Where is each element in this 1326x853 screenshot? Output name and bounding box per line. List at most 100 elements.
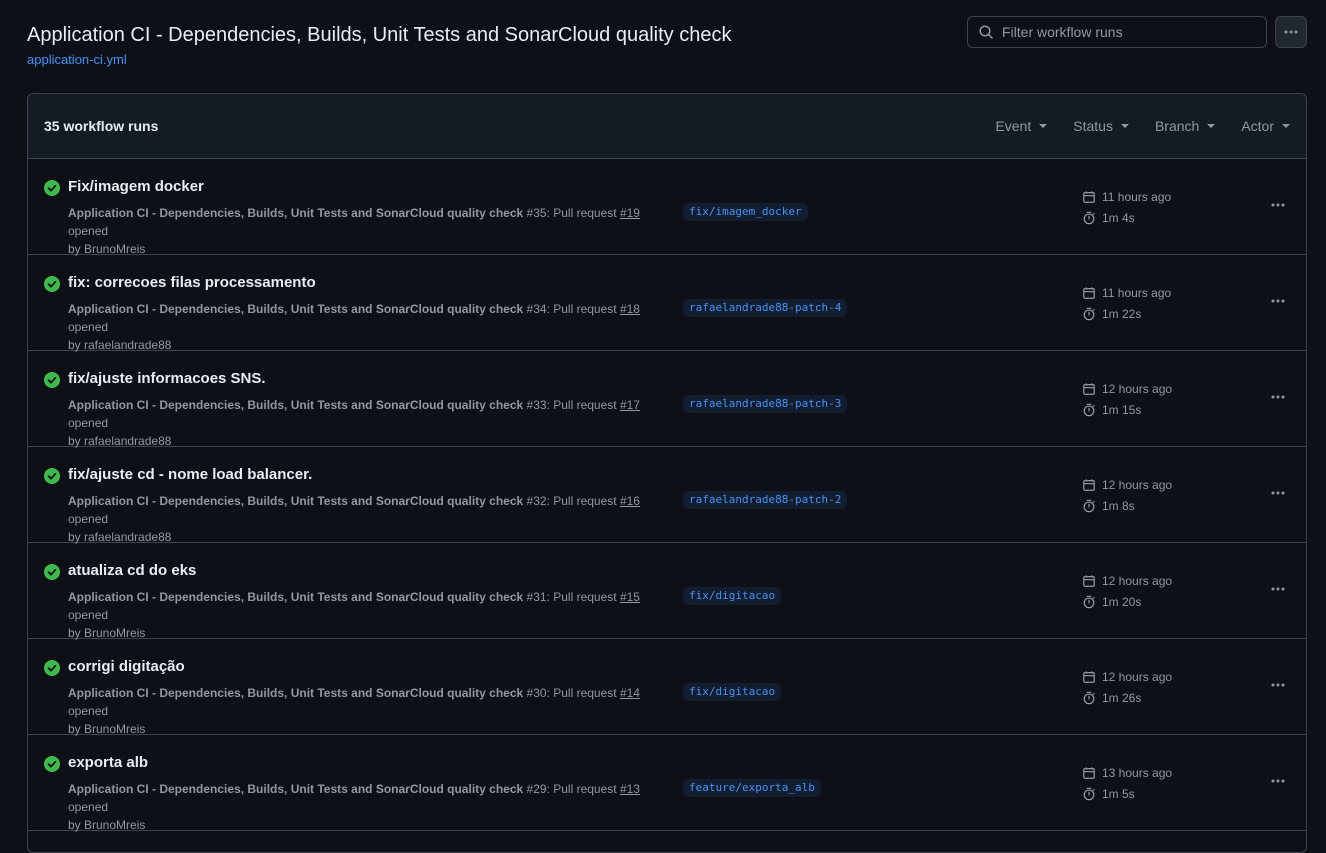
run-duration: 1m 22s xyxy=(1082,307,1141,321)
run-duration: 1m 4s xyxy=(1082,211,1135,225)
run-duration: 1m 26s xyxy=(1082,691,1141,705)
branch-label[interactable]: rafaelandrade88-patch-3 xyxy=(683,395,848,413)
workflow-name: Application CI - Dependencies, Builds, U… xyxy=(68,494,524,508)
branch-label[interactable]: fix/digitacao xyxy=(683,587,782,605)
filter-event[interactable]: Event xyxy=(995,118,1048,134)
run-number: #33 xyxy=(526,398,547,412)
run-options-button[interactable] xyxy=(1268,387,1288,407)
kebab-horizontal-icon xyxy=(1271,779,1285,783)
run-date-text: 12 hours ago xyxy=(1102,670,1173,684)
run-number: #35 xyxy=(526,206,547,220)
branch-label[interactable]: fix/digitacao xyxy=(683,683,782,701)
branch-label[interactable]: rafaelandrade88-patch-2 xyxy=(683,491,848,509)
run-duration-text: 1m 22s xyxy=(1102,307,1142,321)
run-meta: Application CI - Dependencies, Builds, U… xyxy=(68,300,668,354)
workflow-run-row[interactable]: Fix/imagem docker Application CI - Depen… xyxy=(28,159,1306,256)
run-duration-text: 1m 20s xyxy=(1102,595,1142,609)
run-date-text: 11 hours ago xyxy=(1102,190,1172,204)
more-options-button[interactable] xyxy=(1275,16,1307,48)
search-icon xyxy=(979,25,993,39)
pull-request-link[interactable]: #17 xyxy=(620,398,640,412)
calendar-icon xyxy=(1083,479,1095,491)
pull-request-link[interactable]: #15 xyxy=(620,590,640,604)
triangle-down-icon xyxy=(1207,124,1216,128)
run-duration: 1m 8s xyxy=(1082,499,1135,513)
search-input[interactable] xyxy=(1002,24,1252,40)
filter-label: Actor xyxy=(1241,118,1274,134)
event-action: opened xyxy=(68,512,109,526)
run-actor: by BrunoMreis xyxy=(68,242,146,256)
stopwatch-icon xyxy=(1083,307,1095,321)
workflow-run-row[interactable]: exporta alb Application CI - Dependencie… xyxy=(28,735,1306,832)
event-action: opened xyxy=(68,800,109,814)
stopwatch-icon xyxy=(1083,211,1095,225)
event-action: opened xyxy=(68,416,109,430)
run-options-button[interactable] xyxy=(1268,291,1288,311)
pull-request-link[interactable]: #14 xyxy=(620,686,640,700)
workflow-run-row[interactable]: fix: correcoes filas processamento Appli… xyxy=(28,255,1306,354)
pull-request-link[interactable]: #19 xyxy=(620,206,640,220)
branch-label[interactable]: feature/exporta_alb xyxy=(683,779,821,797)
run-number: #29 xyxy=(526,782,547,796)
filter-status[interactable]: Status xyxy=(1073,118,1129,134)
stopwatch-icon xyxy=(1083,595,1095,609)
run-options-button[interactable] xyxy=(1268,483,1288,503)
run-title-link[interactable]: fix/ajuste cd - nome load balancer. xyxy=(68,466,312,483)
workflow-run-row[interactable]: corrigi digitação Application CI - Depen… xyxy=(28,639,1306,736)
run-date: 12 hours ago xyxy=(1082,478,1172,492)
workflow-runs-box: 35 workflow runs Event Status Branch Act… xyxy=(27,93,1307,853)
check-circle-fill-icon xyxy=(44,468,60,484)
event-action: opened xyxy=(68,224,109,238)
filter-branch[interactable]: Branch xyxy=(1155,118,1216,134)
run-actor: by rafaelandrade88 xyxy=(68,434,172,448)
run-title-link[interactable]: fix/ajuste informacoes SNS. xyxy=(68,370,266,387)
run-duration-text: 1m 15s xyxy=(1102,403,1142,417)
run-date-text: 11 hours ago xyxy=(1102,286,1172,300)
kebab-horizontal-icon xyxy=(1271,395,1285,399)
check-circle-fill-icon xyxy=(44,372,60,388)
event-text: : Pull request xyxy=(546,686,620,700)
event-text: : Pull request xyxy=(546,782,620,796)
stopwatch-icon xyxy=(1083,403,1095,417)
run-duration: 1m 5s xyxy=(1082,787,1135,801)
run-title-link[interactable]: exporta alb xyxy=(68,754,148,771)
kebab-horizontal-icon xyxy=(1271,299,1285,303)
run-title-link[interactable]: Fix/imagem docker xyxy=(68,178,204,195)
run-options-button[interactable] xyxy=(1268,771,1288,791)
kebab-horizontal-icon xyxy=(1271,203,1285,207)
run-duration-text: 1m 4s xyxy=(1102,211,1135,225)
pull-request-link[interactable]: #16 xyxy=(620,494,640,508)
workflow-run-row[interactable]: atualiza cd do eks Application CI - Depe… xyxy=(28,543,1306,642)
run-title-link[interactable]: atualiza cd do eks xyxy=(68,562,196,579)
workflow-file-link[interactable]: application-ci.yml xyxy=(27,52,731,67)
run-date: 12 hours ago xyxy=(1082,574,1172,588)
run-options-button[interactable] xyxy=(1268,579,1288,599)
run-options-button[interactable] xyxy=(1268,675,1288,695)
kebab-horizontal-icon xyxy=(1271,683,1285,687)
workflow-name: Application CI - Dependencies, Builds, U… xyxy=(68,302,524,316)
event-text: : Pull request xyxy=(546,590,620,604)
run-title-link[interactable]: fix: correcoes filas processamento xyxy=(68,274,316,291)
run-date-text: 13 hours ago xyxy=(1102,766,1173,780)
branch-label[interactable]: rafaelandrade88-patch-4 xyxy=(683,299,848,317)
pull-request-link[interactable]: #13 xyxy=(620,782,640,796)
run-count: 35 workflow runs xyxy=(44,118,159,134)
run-date: 12 hours ago xyxy=(1082,382,1172,396)
calendar-icon xyxy=(1083,767,1095,779)
branch-label[interactable]: fix/imagem_docker xyxy=(683,203,808,221)
stopwatch-icon xyxy=(1083,499,1095,513)
check-circle-fill-icon xyxy=(44,180,60,196)
workflow-run-row[interactable]: fix/ajuste cd - nome load balancer. Appl… xyxy=(28,447,1306,544)
filter-runs-search[interactable] xyxy=(967,16,1267,48)
workflow-run-row[interactable]: fix/ajuste informacoes SNS. Application … xyxy=(28,351,1306,448)
run-title-link[interactable]: corrigi digitação xyxy=(68,658,185,675)
filter-actor[interactable]: Actor xyxy=(1241,118,1290,134)
pull-request-link[interactable]: #18 xyxy=(620,302,640,316)
calendar-icon xyxy=(1083,287,1095,299)
calendar-icon xyxy=(1083,383,1095,395)
run-meta: Application CI - Dependencies, Builds, U… xyxy=(68,588,668,642)
run-date: 11 hours ago xyxy=(1082,286,1171,300)
event-action: opened xyxy=(68,608,109,622)
filter-label: Status xyxy=(1073,118,1113,134)
run-options-button[interactable] xyxy=(1268,195,1288,215)
